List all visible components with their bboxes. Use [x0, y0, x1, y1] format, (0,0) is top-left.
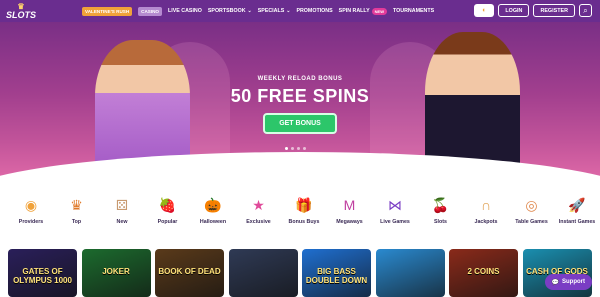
category-bonus-buys[interactable]: 🎁 Bonus Buys [279, 195, 329, 225]
rocket-icon: 🚀 [568, 197, 586, 213]
category-halloween[interactable]: 🎃 Halloween [188, 195, 238, 225]
register-button[interactable]: REGISTER [533, 4, 575, 17]
search-button[interactable]: ⌕ [579, 4, 592, 17]
game-tile[interactable] [228, 249, 298, 297]
theme-toggle-button[interactable]: ◐ [474, 4, 495, 17]
dice-icon: ⚄ [115, 197, 129, 213]
game-tile[interactable] [375, 249, 445, 297]
main-nav: Valentine's Rush CASINO LIVE CASINO SPOR… [82, 0, 434, 22]
category-label: Instant Games [558, 219, 596, 225]
category-top[interactable]: ♛ Top [52, 195, 102, 225]
roulette-icon: ◎ [525, 197, 538, 213]
nav-sportsbook-label: SPORTSBOOK [207, 8, 246, 14]
category-live-games[interactable]: ⋈ Live Games [370, 195, 420, 225]
chat-label: Support [562, 279, 585, 285]
carousel-dot[interactable] [297, 147, 300, 150]
category-exclusive[interactable]: ★ Exclusive [234, 195, 284, 225]
game-tile[interactable]: BIG BASS DOUBLE DOWN [302, 249, 371, 297]
nav-actions: ◐ LOGIN REGISTER ⌕ [474, 4, 592, 17]
strawberry-icon: 🍓 [158, 197, 177, 213]
carousel-dot[interactable] [285, 147, 288, 150]
nav-live-casino[interactable]: LIVE CASINO [168, 8, 202, 14]
game-tile[interactable]: 2 COINS [449, 249, 518, 297]
carousel-dots [285, 147, 306, 150]
hostess-character [95, 40, 190, 180]
hero-banner: WEEKLY RELOAD BONUS 50 FREE SPINS GET BO… [0, 22, 600, 182]
providers-icon: ◉ [24, 197, 38, 213]
nav-promotions[interactable]: PROMOTIONS [296, 8, 332, 14]
game-title: JOKER [102, 267, 130, 276]
category-label: Exclusive [246, 219, 271, 225]
casino-pill[interactable]: CASINO [138, 6, 163, 16]
nav-spin-rally[interactable]: SPIN RALLY NEW [338, 7, 388, 15]
category-label: New [116, 219, 128, 225]
category-label: Top [71, 219, 82, 225]
new-badge: NEW [371, 7, 388, 15]
carousel-dot[interactable] [291, 147, 294, 150]
game-title: GATES OF OLYMPUS 1000 [13, 267, 72, 285]
nav-specials[interactable]: SPECIALS ⌄ [258, 8, 291, 14]
game-tile[interactable]: JOKER [81, 249, 151, 297]
category-label: Popular [157, 219, 178, 225]
nav-spin-rally-label: SPIN RALLY [338, 8, 370, 14]
category-label: Halloween [199, 219, 227, 225]
chevron-down-icon: ⌄ [247, 8, 252, 14]
host-character [425, 32, 520, 182]
search-icon: ⌕ [583, 5, 588, 15]
chevron-down-icon: ⌄ [286, 8, 291, 14]
banner-title: 50 FREE SPINS [230, 86, 370, 106]
nav-specials-label: SPECIALS [257, 8, 285, 14]
chat-icon: 💬 [551, 279, 559, 286]
games-row: GATES OF OLYMPUS 1000 JOKER BOOK OF DEAD BI… [0, 249, 600, 297]
game-title: 2 COINS [467, 267, 500, 276]
category-label: Jackpots [474, 219, 498, 225]
category-label: Slots [434, 219, 447, 225]
get-bonus-button[interactable]: GET BONUS [263, 113, 337, 134]
category-bar: ◉ Providers ♛ Top ⚄ New 🍓 Popular 🎃 Halloween ★ Exc… [0, 195, 600, 240]
category-megaways[interactable]: M Megaways [325, 195, 375, 225]
category-popular[interactable]: 🍓 Popular [143, 195, 193, 225]
chat-button[interactable]: 💬 Support [544, 274, 592, 290]
category-slots[interactable]: 🍒 Slots [416, 195, 466, 225]
category-instant-games[interactable]: 🚀 Instant Games [552, 195, 600, 225]
bowtie-icon: ⋈ [388, 197, 402, 213]
gift-icon: 🎁 [295, 197, 313, 213]
category-label: Bonus Buys [288, 219, 320, 225]
category-label: Live Games [380, 219, 410, 225]
login-button[interactable]: LOGIN [498, 4, 530, 17]
category-label: Megaways [336, 219, 363, 225]
game-tile[interactable]: BOOK OF DEAD [155, 249, 224, 297]
nav-sportsbook[interactable]: SPORTSBOOK ⌄ [208, 8, 252, 14]
game-title: BOOK OF DEAD [158, 267, 221, 276]
logo-text: SLOTS [6, 10, 37, 20]
nav-tournaments[interactable]: TOURNAMENTS [393, 8, 434, 14]
category-new[interactable]: ⚄ New [97, 195, 147, 225]
banner-subtitle: WEEKLY RELOAD BONUS [257, 76, 343, 82]
pumpkin-icon: 🎃 [204, 197, 222, 213]
horseshoe-icon: ∩ [480, 197, 492, 213]
game-title: BIG BASS DOUBLE DOWN [305, 267, 368, 285]
crown-icon: ♛ [70, 197, 83, 213]
cherries-icon: 🍒 [431, 197, 450, 213]
top-navbar: ♛ SLOTS PALACE Valentine's Rush CASINO L… [0, 0, 600, 27]
category-jackpots[interactable]: ∩ Jackpots [461, 195, 511, 225]
promo-pill[interactable]: Valentine's Rush [82, 6, 133, 16]
star-icon: ★ [252, 197, 265, 213]
category-label: Providers [18, 219, 44, 225]
category-providers[interactable]: ◉ Providers [6, 195, 56, 225]
category-table-games[interactable]: ◎ Table Games [507, 195, 557, 225]
carousel-dot[interactable] [303, 147, 306, 150]
category-label: Table Games [515, 219, 548, 225]
megaways-icon: M [343, 197, 356, 213]
game-tile[interactable]: GATES OF OLYMPUS 1000 [8, 249, 77, 297]
moon-icon: ◐ [482, 7, 487, 14]
